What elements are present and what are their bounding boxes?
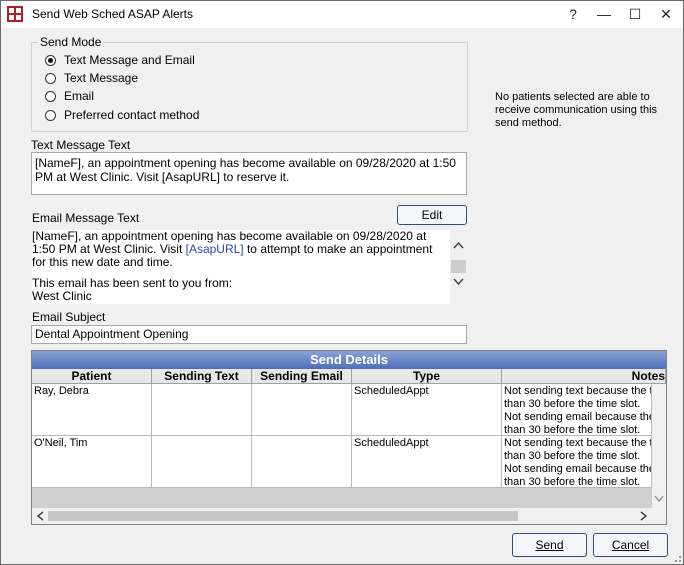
dialog-window: Send Web Sched ASAP Alerts ? — ☐ ✕ Send …	[0, 0, 684, 565]
scroll-thumb[interactable]	[451, 260, 466, 273]
asap-url-link[interactable]: [AsapURL]	[186, 242, 244, 256]
column-header-patient[interactable]: Patient	[32, 369, 152, 384]
cell-sending-email[interactable]	[252, 436, 352, 488]
note-line: than 30 before the time slot.	[504, 398, 641, 410]
radio-label: Text Message	[64, 71, 139, 85]
radio-label: Preferred contact method	[64, 108, 200, 122]
resize-grip-icon[interactable]	[671, 552, 682, 563]
radio-preferred-contact[interactable]: Preferred contact method	[45, 107, 199, 123]
close-button[interactable]: ✕	[651, 1, 681, 28]
send-label: Send	[535, 538, 564, 552]
email-scrollbar[interactable]	[450, 239, 467, 291]
email-subject-label: Email Subject	[32, 310, 106, 324]
email-text: to attempt to make an appointment	[243, 242, 433, 256]
send-details-grid[interactable]: Send Details Patient Sending Text Sendin…	[31, 350, 667, 525]
scroll-down-icon[interactable]	[654, 495, 664, 502]
text-message-label: Text Message Text	[31, 138, 131, 152]
grid-horizontal-scrollbar[interactable]	[32, 508, 666, 524]
cell-sending-text[interactable]	[152, 384, 252, 436]
cell-type[interactable]: ScheduledAppt	[352, 384, 502, 436]
radio-icon[interactable]	[45, 90, 56, 102]
note-line: Not sending email because the	[504, 411, 652, 423]
scroll-thumb[interactable]	[48, 511, 518, 521]
note-line: Not sending text because the t	[504, 437, 652, 449]
help-button[interactable]: ?	[558, 1, 588, 28]
grid-empty-area	[32, 488, 652, 508]
edit-button[interactable]: Edit	[397, 205, 467, 225]
note-line: Not sending email because the	[504, 463, 652, 475]
radio-selected-icon[interactable]	[45, 54, 56, 66]
scroll-down-icon[interactable]	[453, 278, 464, 286]
cell-patient[interactable]: Ray, Debra	[32, 384, 152, 436]
cell-type[interactable]: ScheduledAppt	[352, 436, 502, 488]
radio-icon[interactable]	[45, 72, 56, 84]
cell-patient[interactable]: O'Neil, Tim	[32, 436, 152, 488]
email-line: West Clinic	[32, 289, 92, 303]
note-line: than 30 before the time slot.	[504, 424, 641, 436]
column-header-notes[interactable]: Notes	[502, 369, 666, 384]
note-line: than 30 before the time slot.	[504, 450, 641, 462]
email-message-body[interactable]: [NameF], an appointment opening has beco…	[32, 230, 450, 304]
radio-icon[interactable]	[45, 109, 56, 121]
scroll-left-icon[interactable]	[36, 511, 44, 521]
send-mode-legend: Send Mode	[38, 35, 104, 49]
cell-sending-email[interactable]	[252, 384, 352, 436]
email-text: 1:50 PM at West Clinic. Visit	[32, 242, 186, 256]
radio-email[interactable]: Email	[45, 88, 94, 104]
grid-vertical-scrollbar[interactable]	[652, 384, 666, 508]
cell-notes[interactable]: Not sending text because the t than 30 b…	[502, 384, 652, 436]
radio-label: Text Message and Email	[64, 53, 195, 67]
column-header-type[interactable]: Type	[352, 369, 502, 384]
cell-notes[interactable]: Not sending text because the t than 30 b…	[502, 436, 652, 488]
email-line: This email has been sent to you from:	[32, 276, 233, 290]
radio-text-and-email[interactable]: Text Message and Email	[45, 52, 195, 68]
title-bar: Send Web Sched ASAP Alerts ? — ☐ ✕	[1, 1, 683, 28]
note-line: Not sending text because the t	[504, 385, 652, 397]
window-title: Send Web Sched ASAP Alerts	[32, 7, 193, 21]
radio-label: Email	[64, 89, 95, 103]
cell-sending-text[interactable]	[152, 436, 252, 488]
cancel-button[interactable]: Cancel	[593, 533, 668, 557]
note-line: than 30 before the time slot.	[504, 476, 641, 488]
app-grid-icon	[7, 6, 23, 22]
send-mode-group: Send Mode Text Message and Email Text Me…	[31, 35, 468, 132]
scroll-up-icon[interactable]	[453, 241, 464, 249]
grid-title: Send Details	[32, 351, 666, 369]
scroll-right-icon[interactable]	[640, 511, 648, 521]
email-line: for this new date and time.	[32, 255, 173, 269]
notice-text: No patients selected are able to receive…	[495, 91, 658, 129]
cancel-label: Cancel	[611, 538, 650, 552]
radio-text-message[interactable]: Text Message	[45, 70, 138, 86]
text-message-field[interactable]: [NameF], an appointment opening has beco…	[31, 152, 467, 195]
email-message-label: Email Message Text	[32, 211, 140, 225]
maximize-button[interactable]: ☐	[620, 1, 650, 28]
column-header-sending-text[interactable]: Sending Text	[152, 369, 252, 384]
email-subject-field[interactable]: Dental Appointment Opening	[31, 325, 467, 344]
column-header-sending-email[interactable]: Sending Email	[252, 369, 352, 384]
send-button[interactable]: Send	[512, 533, 587, 557]
minimize-button[interactable]: —	[589, 1, 619, 28]
